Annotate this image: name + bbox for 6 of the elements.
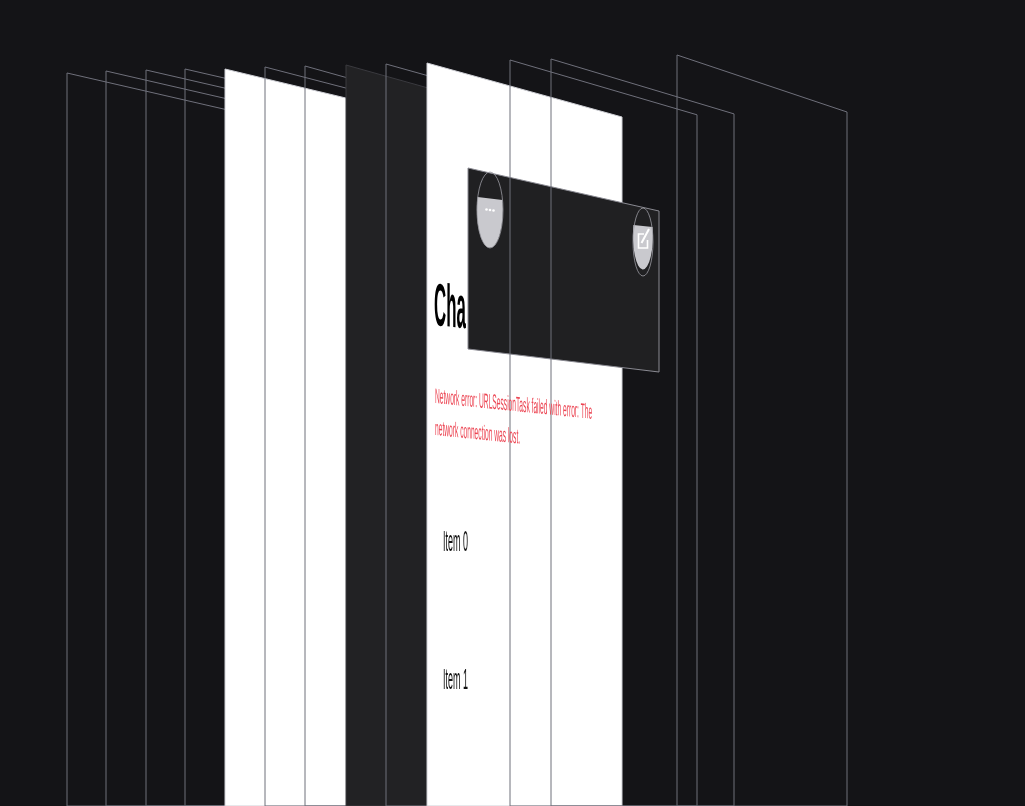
list-item: Item 0 bbox=[443, 526, 468, 556]
more-icon[interactable] bbox=[476, 171, 504, 249]
list-item: Item 1 bbox=[443, 664, 468, 694]
screen-title: Cha bbox=[434, 275, 466, 339]
compose-icon[interactable] bbox=[632, 207, 654, 277]
error-message: Network error: URLSessionTask failed with error: The network connection was lost. bbox=[435, 383, 594, 450]
